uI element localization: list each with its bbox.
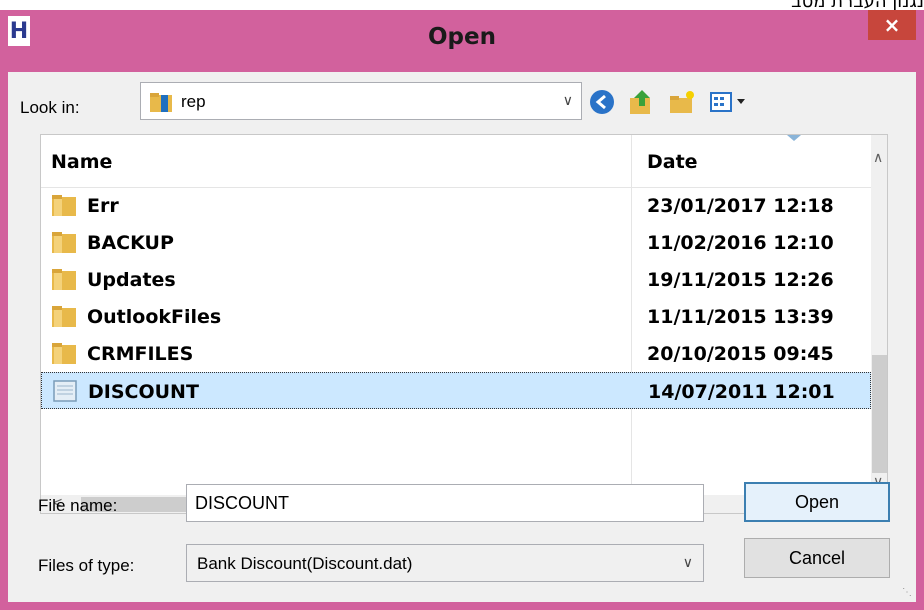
list-header: Name Date	[41, 135, 871, 188]
file-name: Updates	[87, 269, 176, 291]
up-folder-icon	[630, 90, 650, 114]
file-list[interactable]: Name Date Err 23/01/2017 12:18 BACKUP 11…	[40, 134, 888, 514]
cancel-button[interactable]: Cancel	[744, 538, 890, 578]
dialog-body: Look in: rep ∨ Name Date Err 23/01/2017 …	[8, 72, 916, 602]
file-type-value: Bank Discount(Discount.dat)	[197, 554, 413, 573]
resize-grip-icon[interactable]: ⋱	[902, 587, 912, 598]
chevron-down-icon: ∨	[682, 554, 693, 570]
folder-icon	[150, 93, 172, 112]
file-date: 11/11/2015 13:39	[647, 306, 834, 328]
back-button[interactable]	[586, 86, 618, 118]
file-name: Err	[87, 195, 119, 217]
file-name-label: File name:	[38, 496, 118, 515]
file-name-input[interactable]: DISCOUNT	[186, 484, 704, 522]
column-header-date[interactable]: Date	[647, 151, 698, 173]
file-type-select[interactable]: Bank Discount(Discount.dat) ∨	[186, 544, 704, 582]
file-name: DISCOUNT	[88, 381, 199, 403]
file-name: OutlookFiles	[87, 306, 222, 328]
up-folder-button[interactable]	[626, 86, 658, 118]
open-button[interactable]: Open	[744, 482, 890, 522]
sort-indicator-icon	[787, 135, 801, 141]
view-menu-icon	[710, 92, 745, 112]
look-in-value: rep	[181, 92, 206, 111]
folder-icon	[52, 232, 76, 253]
scroll-up-icon[interactable]: ∧	[873, 149, 883, 166]
file-name: BACKUP	[87, 232, 174, 254]
scroll-thumb[interactable]	[872, 355, 887, 473]
folder-icon	[52, 343, 76, 364]
file-date: 23/01/2017 12:18	[647, 195, 834, 217]
file-name: CRMFILES	[87, 343, 194, 365]
list-item[interactable]: Updates 19/11/2015 12:26	[41, 261, 871, 298]
look-in-combobox[interactable]: rep ∨	[140, 82, 582, 120]
new-folder-button[interactable]	[666, 86, 698, 118]
file-date: 14/07/2011 12:01	[648, 381, 835, 403]
file-name-value: DISCOUNT	[195, 493, 289, 513]
close-button[interactable]: ×	[868, 10, 916, 40]
view-menu-button[interactable]	[708, 86, 754, 118]
column-header-name[interactable]: Name	[51, 151, 112, 173]
vertical-scrollbar[interactable]: ∧ ∨	[871, 135, 887, 495]
title-bar[interactable]: H Open ×	[0, 10, 924, 72]
list-item[interactable]: BACKUP 11/02/2016 12:10	[41, 224, 871, 261]
dialog-title: Open	[428, 24, 496, 50]
file-date: 20/10/2015 09:45	[647, 343, 834, 365]
folder-icon	[52, 306, 76, 327]
file-date: 19/11/2015 12:26	[647, 269, 834, 291]
back-arrow-icon	[590, 90, 614, 114]
new-folder-icon	[670, 91, 694, 113]
folder-icon	[52, 195, 76, 216]
folder-icon	[52, 269, 76, 290]
look-in-label: Look in:	[20, 98, 80, 117]
chevron-down-icon: ∨	[562, 92, 573, 108]
list-item-selected[interactable]: DISCOUNT 14/07/2011 12:01	[41, 372, 871, 409]
file-icon	[53, 380, 77, 402]
file-date: 11/02/2016 12:10	[647, 232, 834, 254]
list-item[interactable]: CRMFILES 20/10/2015 09:45	[41, 335, 871, 372]
list-item[interactable]: OutlookFiles 11/11/2015 13:39	[41, 298, 871, 335]
open-dialog: H Open × Look in: rep ∨ Name Date Err 23…	[0, 10, 924, 610]
file-type-label: Files of type:	[38, 556, 135, 575]
list-item[interactable]: Err 23/01/2017 12:18	[41, 187, 871, 224]
